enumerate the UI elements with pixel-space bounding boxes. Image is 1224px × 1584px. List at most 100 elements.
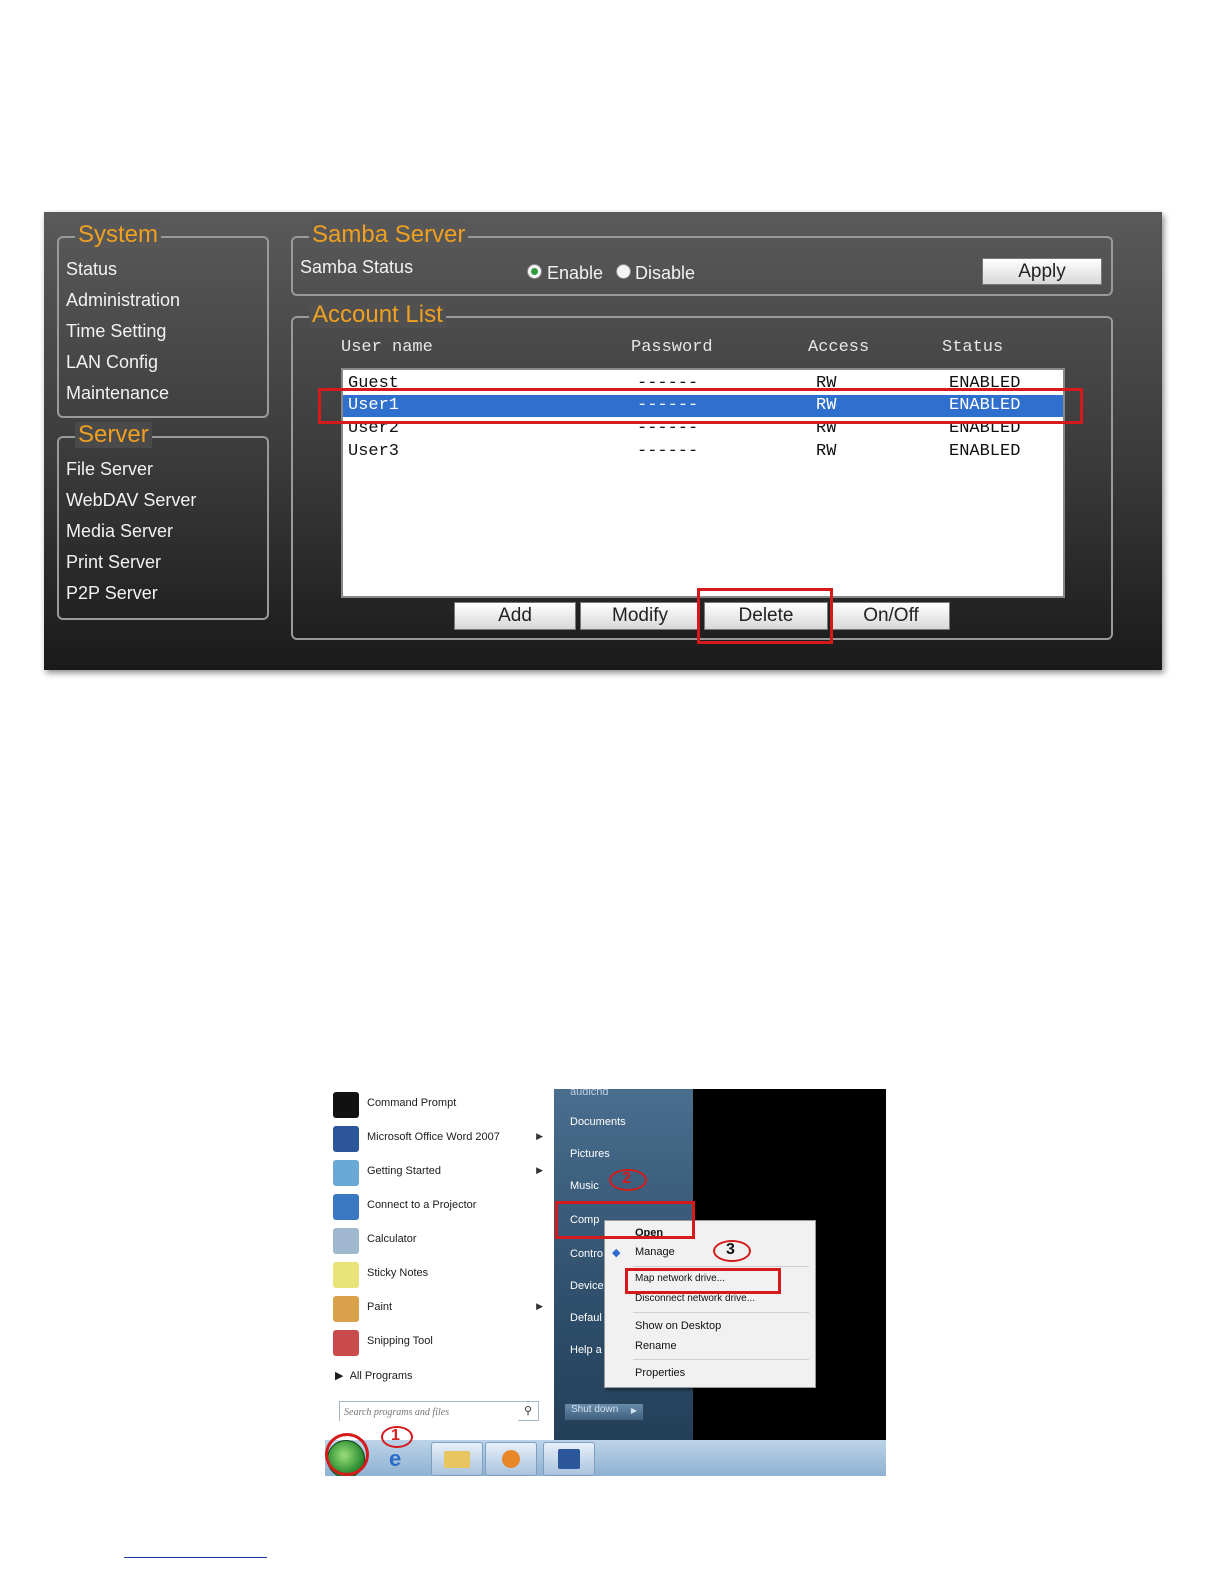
program-label: Getting Started xyxy=(367,1165,441,1177)
account-row[interactable]: User3 ------ RW ENABLED xyxy=(343,441,1063,463)
places-item-music[interactable]: Music xyxy=(570,1180,599,1192)
media-player-icon[interactable] xyxy=(485,1442,537,1476)
apply-button[interactable]: Apply xyxy=(982,258,1102,285)
col-access: Access xyxy=(808,338,870,357)
menu-file-server[interactable]: File Server xyxy=(66,454,196,485)
places-item-user[interactable]: audichd xyxy=(570,1089,609,1098)
row-password: ------ xyxy=(637,442,699,461)
server-legend: Server xyxy=(75,422,152,448)
menu-time-setting[interactable]: Time Setting xyxy=(66,316,180,347)
row-user: User2 xyxy=(348,419,400,438)
disable-label: Disable xyxy=(635,263,696,283)
places-item-control-panel[interactable]: Contro xyxy=(570,1248,603,1260)
places-item-computer[interactable]: Comp xyxy=(570,1214,599,1226)
explorer-folder-icon[interactable] xyxy=(431,1442,483,1476)
search-input[interactable] xyxy=(340,1403,518,1422)
row-status: ENABLED xyxy=(949,419,1021,438)
word-taskbar-icon[interactable] xyxy=(543,1442,595,1476)
menu-webdav-server[interactable]: WebDAV Server xyxy=(66,485,196,516)
row-access: RW xyxy=(816,442,837,461)
submenu-arrow-icon: ▶ xyxy=(536,1301,543,1311)
samba-server-group: Samba Server Samba Status Enable Disable… xyxy=(291,222,1113,296)
shutdown-button[interactable]: Shut down ▶ xyxy=(564,1403,644,1421)
step-3-label: 3 xyxy=(726,1241,735,1258)
ctx-disconnect-network-drive[interactable]: Disconnect network drive... xyxy=(635,1293,755,1304)
enable-label: Enable xyxy=(547,263,604,283)
places-item-documents[interactable]: Documents xyxy=(570,1116,626,1128)
search-icon: ⚲ xyxy=(523,1405,532,1417)
footer-rule xyxy=(124,1557,267,1558)
program-paint[interactable]: Paint ▶ xyxy=(331,1293,551,1325)
onoff-button[interactable]: On/Off xyxy=(832,602,950,630)
places-item-help[interactable]: Help a xyxy=(570,1344,602,1356)
enable-radio[interactable] xyxy=(527,264,542,279)
windows-start-menu-screenshot: Command Prompt Microsoft Office Word 200… xyxy=(325,1089,886,1476)
program-sticky-notes[interactable]: Sticky Notes xyxy=(331,1259,551,1291)
start-orb-icon[interactable] xyxy=(327,1440,365,1476)
system-legend: System xyxy=(75,222,162,248)
row-user: User3 xyxy=(348,442,400,461)
places-item-devices[interactable]: Device xyxy=(570,1280,604,1292)
col-password: Password xyxy=(631,338,713,357)
row-status: ENABLED xyxy=(949,442,1021,461)
projector-icon xyxy=(333,1194,359,1220)
samba-config-panel: System Status Administration Time Settin… xyxy=(44,212,1162,670)
step-1-label: 1 xyxy=(391,1427,400,1444)
ctx-separator xyxy=(633,1266,809,1267)
start-search-box[interactable]: ⚲ xyxy=(339,1401,539,1422)
account-row-selected[interactable]: User1 ------ RW ENABLED xyxy=(343,395,1063,417)
account-listbox[interactable]: Guest ------ RW ENABLED User1 ------ RW … xyxy=(341,368,1065,598)
menu-status[interactable]: Status xyxy=(66,254,180,285)
program-label: Connect to a Projector xyxy=(367,1199,477,1211)
program-getting-started[interactable]: Getting Started ▶ xyxy=(331,1157,551,1189)
add-button[interactable]: Add xyxy=(454,602,576,630)
menu-p2p-server[interactable]: P2P Server xyxy=(66,578,196,609)
program-command-prompt[interactable]: Command Prompt xyxy=(331,1089,551,1121)
step-2-label: 2 xyxy=(622,1170,631,1187)
program-snipping-tool[interactable]: Snipping Tool xyxy=(331,1327,551,1359)
samba-status-label: Samba Status xyxy=(300,257,414,277)
submenu-arrow-icon: ▶ xyxy=(536,1131,543,1141)
program-connect-projector[interactable]: Connect to a Projector xyxy=(331,1191,551,1223)
row-access: RW xyxy=(816,374,837,393)
menu-print-server[interactable]: Print Server xyxy=(66,547,196,578)
getting-started-icon xyxy=(333,1160,359,1186)
menu-media-server[interactable]: Media Server xyxy=(66,516,196,547)
expand-arrow-icon: ▶ xyxy=(335,1370,344,1382)
row-access: RW xyxy=(816,396,837,415)
disable-radio[interactable] xyxy=(616,264,631,279)
system-menu: Status Administration Time Setting LAN C… xyxy=(66,254,180,409)
modify-button[interactable]: Modify xyxy=(580,602,700,630)
account-list-legend: Account List xyxy=(309,302,446,328)
menu-lan-config[interactable]: LAN Config xyxy=(66,347,180,378)
ctx-map-network-drive[interactable]: Map network drive... xyxy=(635,1273,725,1284)
row-password: ------ xyxy=(637,419,699,438)
ctx-rename[interactable]: Rename xyxy=(635,1340,677,1352)
ctx-manage[interactable]: Manage xyxy=(635,1246,675,1258)
account-row[interactable]: User2 ------ RW ENABLED xyxy=(343,418,1063,440)
server-group: Server File Server WebDAV Server Media S… xyxy=(57,422,269,620)
ctx-open[interactable]: Open xyxy=(635,1227,663,1239)
snipping-tool-icon xyxy=(333,1330,359,1356)
server-menu: File Server WebDAV Server Media Server P… xyxy=(66,454,196,609)
places-item-default-programs[interactable]: Defaul xyxy=(570,1312,602,1324)
menu-administration[interactable]: Administration xyxy=(66,285,180,316)
account-row[interactable]: Guest ------ RW ENABLED xyxy=(343,373,1063,395)
paint-icon xyxy=(333,1296,359,1322)
delete-button[interactable]: Delete xyxy=(704,602,828,630)
program-label: Microsoft Office Word 2007 xyxy=(367,1131,500,1143)
command-prompt-icon xyxy=(333,1092,359,1118)
account-list-group: Account List User name Password Access S… xyxy=(291,302,1113,640)
computer-context-menu: Open ◆ Manage Map network drive... Disco… xyxy=(604,1220,816,1388)
sticky-notes-icon xyxy=(333,1262,359,1288)
row-user: User1 xyxy=(348,396,400,415)
ctx-properties[interactable]: Properties xyxy=(635,1367,685,1379)
program-word[interactable]: Microsoft Office Word 2007 ▶ xyxy=(331,1123,551,1155)
menu-maintenance[interactable]: Maintenance xyxy=(66,378,180,409)
all-programs-item[interactable]: ▶ All Programs xyxy=(335,1369,413,1382)
program-calculator[interactable]: Calculator xyxy=(331,1225,551,1257)
submenu-arrow-icon: ▶ xyxy=(536,1165,543,1175)
ctx-show-on-desktop[interactable]: Show on Desktop xyxy=(635,1320,721,1332)
row-user: Guest xyxy=(348,374,400,393)
places-item-pictures[interactable]: Pictures xyxy=(570,1148,610,1160)
